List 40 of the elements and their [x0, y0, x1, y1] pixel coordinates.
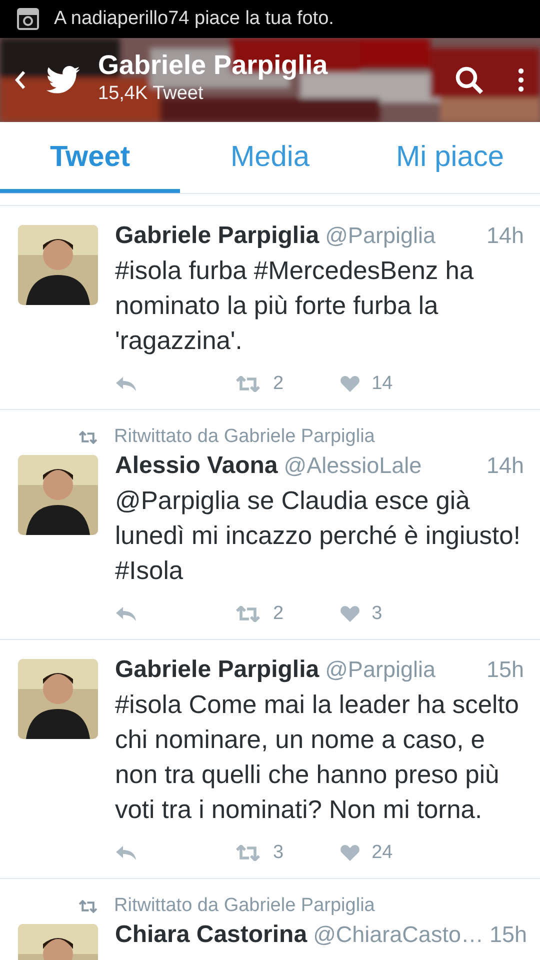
- bird-icon: [46, 66, 80, 94]
- retweeted-by-label: Ritwittato da Gabriele Parpiglia: [114, 895, 375, 917]
- tweet-time: 15h: [489, 922, 528, 948]
- author-handle: @Parpiglia: [325, 223, 436, 249]
- notification-text: A nadiaperillo74 piace la tua foto.: [54, 8, 334, 30]
- search-icon: [454, 65, 484, 95]
- retweet-button[interactable]: 2: [235, 603, 284, 625]
- retweet-icon: [78, 900, 98, 912]
- retweet-icon: [235, 376, 261, 392]
- tweet-time: 14h: [486, 223, 524, 249]
- tweet-time: 15h: [486, 657, 524, 683]
- retweet-button[interactable]: 3: [235, 842, 284, 864]
- author-name: Alessio Vaona: [115, 452, 278, 480]
- retweeted-by-label: Ritwittato da Gabriele Parpiglia: [114, 426, 375, 448]
- tweet-count: 15,4K Tweet: [98, 82, 204, 104]
- author-name: Gabriele Parpiglia: [115, 656, 320, 684]
- like-button[interactable]: 14: [340, 373, 393, 395]
- camera-icon: [16, 7, 40, 31]
- heart-icon: [340, 844, 360, 862]
- heart-icon: [340, 375, 360, 393]
- retweet-icon: [78, 430, 98, 444]
- reply-icon: [115, 845, 137, 861]
- author-handle: @Parpiglia: [325, 657, 436, 683]
- retweet-button[interactable]: 2: [235, 373, 284, 395]
- author-name: Gabriele Parpiglia: [115, 222, 320, 250]
- tweet-time: 14h: [486, 453, 524, 479]
- heart-icon: [340, 605, 360, 623]
- like-button[interactable]: 24: [340, 842, 393, 864]
- tweet-text: #isola Come mai la leader ha scelto chi nominare, un nome a caso, e non tra quelli che hanno preso più voti tra i nominati? Non mi torna.: [115, 690, 520, 826]
- tweet-text: @Parpiglia se Claudia esce già lunedì mi incazzo perché è ingiusto! #Isola: [115, 486, 522, 587]
- author-handle: @AlessioLale: [284, 453, 422, 479]
- author-handle: @ChiaraCasto…: [313, 922, 484, 948]
- reply-icon: [115, 376, 137, 392]
- reply-icon: [115, 606, 137, 622]
- chevron-icon: [14, 70, 26, 90]
- like-button[interactable]: 3: [340, 603, 382, 625]
- retweet-icon: [235, 845, 261, 861]
- author-name: Chiara Castorina: [115, 921, 308, 949]
- retweet-icon: [235, 606, 261, 622]
- tweet-text: #isola furba #MercedesBenz ha nominato la più forte furba la 'ragazzina'.: [115, 256, 475, 357]
